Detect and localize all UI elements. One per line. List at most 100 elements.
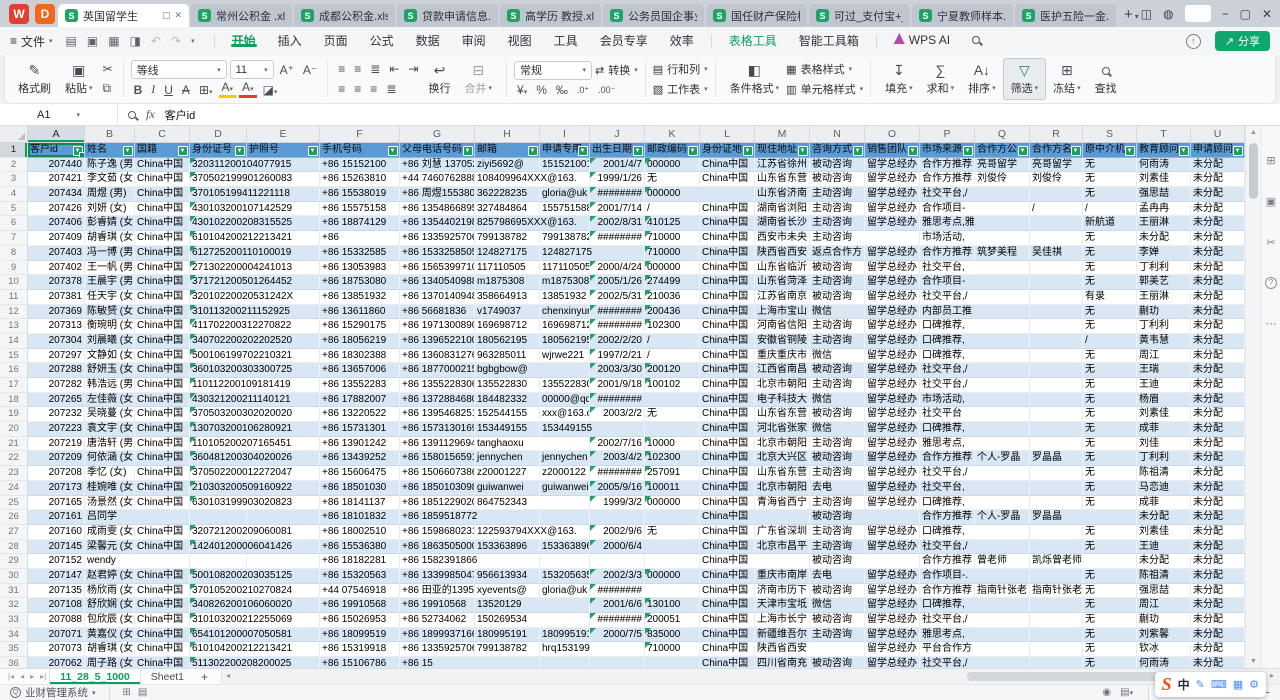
- cell[interactable]: 124827175: [540, 246, 590, 261]
- cell[interactable]: 陕西省西安: [755, 246, 810, 261]
- cell[interactable]: +86 1506607386: [400, 466, 475, 481]
- cell[interactable]: [645, 584, 700, 599]
- cell[interactable]: +86 13657006: [320, 363, 400, 378]
- cell[interactable]: 未分配: [1191, 319, 1245, 334]
- cell[interactable]: [645, 422, 700, 437]
- cell[interactable]: 360481200304020026: [190, 451, 247, 466]
- cell[interactable]: 刘俊伶: [975, 172, 1030, 187]
- column-letter-P[interactable]: P: [920, 126, 975, 142]
- cell[interactable]: 00000@qq: [540, 393, 590, 408]
- cell[interactable]: China中国: [135, 569, 190, 584]
- cell[interactable]: 未分配: [1191, 642, 1245, 657]
- cell[interactable]: [975, 569, 1030, 584]
- filter-dropdown-button[interactable]: ▼: [908, 146, 918, 156]
- cell[interactable]: 被动咨询: [810, 451, 865, 466]
- cell[interactable]: 110105200207165451: [190, 437, 247, 452]
- cell[interactable]: 未分配: [1191, 466, 1245, 481]
- cell[interactable]: 2001/6/6: [590, 598, 645, 613]
- wps-logo[interactable]: W: [9, 4, 29, 24]
- cell[interactable]: 207381: [28, 290, 85, 305]
- cell[interactable]: 上海市宝山: [755, 305, 810, 320]
- header-cell[interactable]: 合作方公▼: [975, 143, 1030, 158]
- cell[interactable]: 无: [1083, 598, 1137, 613]
- formula-search-icon[interactable]: [128, 111, 136, 119]
- cell[interactable]: 四川省南充: [755, 657, 810, 668]
- cell[interactable]: 内部员工推: [920, 305, 975, 320]
- cell[interactable]: China中国: [135, 319, 190, 334]
- cell[interactable]: 市场活动,: [920, 393, 975, 408]
- cell[interactable]: +86 1580156591: [400, 451, 475, 466]
- scroll-down-icon[interactable]: ▼: [1250, 655, 1257, 668]
- row-number[interactable]: 9: [0, 261, 28, 276]
- cell[interactable]: 合作方推荐: [920, 510, 975, 525]
- ime-lang-toggle[interactable]: 中: [1178, 676, 1190, 693]
- cell[interactable]: [975, 202, 1030, 217]
- cell[interactable]: [135, 510, 190, 525]
- cell[interactable]: 留学总经办: [865, 319, 920, 334]
- column-letter-K[interactable]: K: [645, 126, 700, 142]
- cell[interactable]: +86 13552283: [320, 378, 400, 393]
- eraser-button[interactable]: ◪▾: [260, 83, 281, 97]
- cell[interactable]: 2002/8/31: [590, 216, 645, 231]
- cell[interactable]: 710000: [645, 246, 700, 261]
- cell[interactable]: 何依涵 (女: [85, 451, 135, 466]
- cell[interactable]: China中国: [700, 437, 755, 452]
- column-letter-C[interactable]: C: [135, 126, 190, 142]
- cell[interactable]: 410125: [645, 216, 700, 231]
- row-number[interactable]: 30: [0, 569, 28, 584]
- filter-button[interactable]: ▽ 筛选▾: [1003, 58, 1047, 100]
- cell[interactable]: China中国: [700, 496, 755, 511]
- cell[interactable]: [975, 363, 1030, 378]
- cell[interactable]: 2002/9/6: [590, 525, 645, 540]
- cell[interactable]: 207304: [28, 334, 85, 349]
- cell[interactable]: 无: [1083, 319, 1137, 334]
- cell[interactable]: [1030, 613, 1083, 628]
- cell[interactable]: [1030, 657, 1083, 668]
- header-cell[interactable]: 市场来源▼: [920, 143, 975, 158]
- justify-icon[interactable]: ≣: [383, 82, 399, 96]
- font-name-select[interactable]: 等线▾: [131, 60, 227, 79]
- cell[interactable]: 合作方推荐: [920, 451, 975, 466]
- next-sheet-icon[interactable]: ▸: [27, 672, 37, 681]
- cell[interactable]: 207208: [28, 466, 85, 481]
- cell[interactable]: China中国: [700, 554, 755, 569]
- cell[interactable]: 150269534: [475, 613, 540, 628]
- cell[interactable]: 社交平台,/: [920, 613, 975, 628]
- cell[interactable]: gloria@uk: [540, 584, 590, 599]
- cell[interactable]: 左佳薇 (女: [85, 393, 135, 408]
- cell[interactable]: [475, 554, 540, 569]
- cell[interactable]: 刘俊伶: [1030, 172, 1083, 187]
- cell[interactable]: 蒯玏: [1137, 613, 1191, 628]
- menu-tab-工具[interactable]: 工具: [543, 34, 589, 48]
- cell[interactable]: +86 18002510: [320, 525, 400, 540]
- sheet-tab-11_28_5_1000[interactable]: 11_28_5_1000: [49, 669, 141, 684]
- cell[interactable]: 留学总经办: [865, 451, 920, 466]
- cell[interactable]: guiwanwei: [475, 481, 540, 496]
- cell[interactable]: [975, 496, 1030, 511]
- cell[interactable]: 强思喆: [1137, 187, 1191, 202]
- cell[interactable]: +86 1850103098: [400, 481, 475, 496]
- cell[interactable]: China中国: [700, 613, 755, 628]
- cell[interactable]: 周煜 (男): [85, 187, 135, 202]
- column-letter-M[interactable]: M: [755, 126, 810, 142]
- filter-dropdown-button[interactable]: ▼: [853, 146, 863, 156]
- row-number[interactable]: 26: [0, 510, 28, 525]
- cell[interactable]: [865, 510, 920, 525]
- cell[interactable]: 无: [1083, 231, 1137, 246]
- cell[interactable]: [645, 393, 700, 408]
- cell[interactable]: 吴佳祺: [1030, 246, 1083, 261]
- cell[interactable]: 黄嘉仪 (女: [85, 628, 135, 643]
- cell[interactable]: 630103199903020823: [190, 496, 247, 511]
- cell[interactable]: ziyi5692@: [475, 158, 540, 173]
- filter-dropdown-button[interactable]: ▼: [178, 146, 188, 156]
- cell[interactable]: 被动咨询: [810, 158, 865, 173]
- cell[interactable]: China中国: [700, 172, 755, 187]
- cell[interactable]: +86 15606475: [320, 466, 400, 481]
- cell[interactable]: 留学总经办: [865, 349, 920, 364]
- row-number[interactable]: 35: [0, 642, 28, 657]
- row-number[interactable]: 11: [0, 290, 28, 305]
- cell[interactable]: 180995191: [540, 628, 590, 643]
- cell[interactable]: +86 1573130169: [400, 422, 475, 437]
- cell[interactable]: [975, 466, 1030, 481]
- cell[interactable]: 吕同学: [85, 510, 135, 525]
